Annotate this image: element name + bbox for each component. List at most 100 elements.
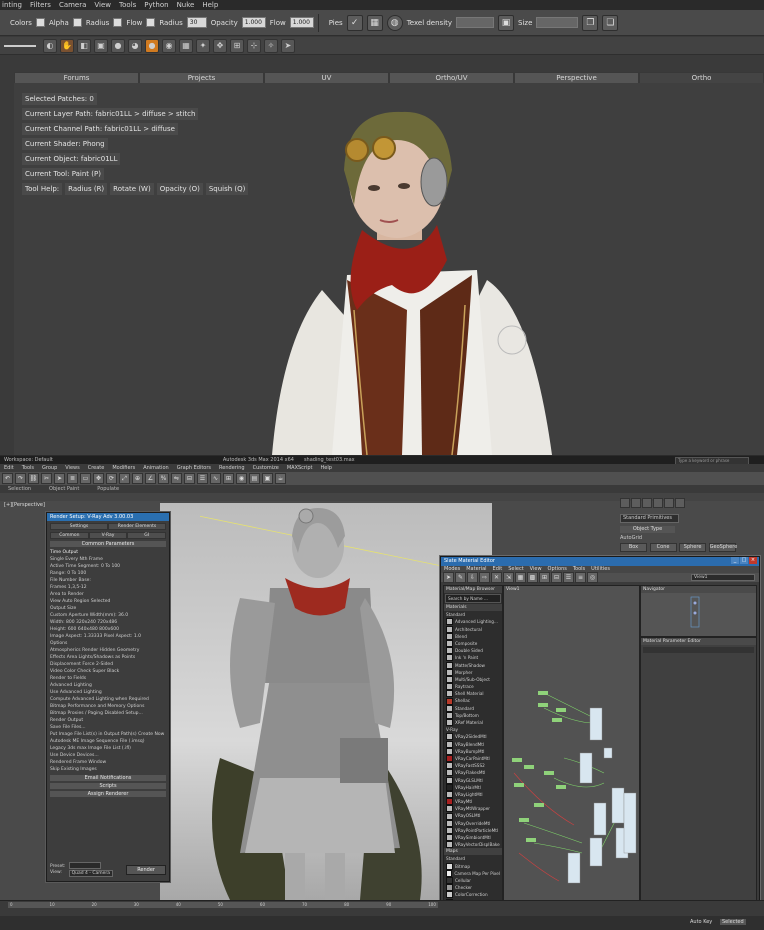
vray-material-item[interactable]: VRayBlendMtl xyxy=(444,740,502,748)
delete-icon[interactable]: ✕ xyxy=(491,572,502,583)
render-option-row[interactable]: Render to Fields xyxy=(47,675,169,682)
tab-vray[interactable]: V-Ray xyxy=(88,532,128,539)
scale-icon[interactable]: ⊹ xyxy=(247,38,261,53)
render-option-row[interactable]: Single Every Nth Frame xyxy=(47,556,169,563)
sphere-button[interactable]: Sphere xyxy=(679,543,707,552)
copy-icon[interactable]: ❐ xyxy=(582,14,599,31)
slate-select-icon[interactable]: ➤ xyxy=(443,572,454,583)
mirror-icon[interactable]: ⇋ xyxy=(171,473,182,484)
radius-field[interactable]: 30 xyxy=(186,17,207,28)
node-view[interactable]: View1 xyxy=(503,585,640,909)
max-menu-maxscript[interactable]: MAXScript xyxy=(287,465,313,471)
ribbon-populate[interactable]: Populate xyxy=(97,486,119,492)
assign-renderer-rollout[interactable]: Assign Renderer xyxy=(50,791,166,797)
max-menu-rendering[interactable]: Rendering xyxy=(219,465,245,471)
render-option-row[interactable]: Autodesk ME Image Sequence File (.imsq) xyxy=(47,738,169,745)
move-tool-icon[interactable]: ✥ xyxy=(93,473,104,484)
maximize-icon[interactable]: □ xyxy=(740,557,748,564)
render-option-row[interactable]: Bitmap Proxies / Paging Disabled Setup..… xyxy=(47,710,169,717)
show-map-icon[interactable]: ▦ xyxy=(515,572,526,583)
tab-render-elements[interactable]: Render Elements xyxy=(108,523,166,530)
sphere-lit-icon[interactable]: ◕ xyxy=(128,38,142,53)
vray-material-item[interactable]: VRay2SidedMtl xyxy=(444,733,502,741)
common-parameters-rollout[interactable]: Common Parameters xyxy=(50,541,166,547)
hierarchy-tab-icon[interactable] xyxy=(642,498,652,508)
render-setup-title[interactable]: Render Setup: V-Ray Adv 3.00.03 xyxy=(47,513,169,521)
texel-density-field[interactable] xyxy=(456,17,495,28)
pies-grid-icon[interactable]: ▦ xyxy=(366,14,383,31)
tab-common[interactable]: Common xyxy=(50,532,89,539)
flow-field[interactable]: 1.000 xyxy=(289,17,314,28)
sphere-orange-icon[interactable]: ● xyxy=(145,38,159,53)
alpha-checkbox[interactable] xyxy=(72,18,82,27)
tab-ortho-uv[interactable]: Ortho/UV xyxy=(389,72,514,83)
material-item[interactable]: Morpher xyxy=(444,668,502,676)
scale-tool-icon[interactable]: ⤢ xyxy=(119,473,130,484)
map-item[interactable]: ColorCorrection xyxy=(444,891,502,899)
select-icon[interactable]: ◐ xyxy=(43,38,57,53)
preset-dropdown[interactable] xyxy=(68,862,101,869)
max-menu-customize[interactable]: Customize xyxy=(253,465,279,471)
vray-material-item[interactable]: VRayOSLMtl xyxy=(444,812,502,820)
menu-painting[interactable]: inting xyxy=(2,1,22,9)
close-icon[interactable]: × xyxy=(749,557,757,564)
box-button[interactable]: Box xyxy=(620,543,647,552)
material-item[interactable]: Shell Material xyxy=(444,690,502,698)
paste-icon[interactable]: ❏ xyxy=(602,14,619,31)
paint-icon[interactable]: ✋ xyxy=(60,38,74,53)
material-item[interactable]: Multi/Sub-Object xyxy=(444,675,502,683)
modify-tab-icon[interactable] xyxy=(631,498,641,508)
navigator-preview[interactable] xyxy=(641,593,754,633)
tab-projects[interactable]: Projects xyxy=(139,72,264,83)
menu-nuke[interactable]: Nuke xyxy=(177,1,195,9)
render-option-row[interactable]: Advanced Lighting xyxy=(47,682,169,689)
size-field[interactable] xyxy=(536,17,579,28)
eraser-icon[interactable]: ◧ xyxy=(77,38,91,53)
render-setup-icon[interactable]: ▤ xyxy=(249,473,260,484)
sphere-icon[interactable]: ● xyxy=(111,38,125,53)
sphere-gray-icon[interactable]: ◉ xyxy=(162,38,176,53)
render-option-row[interactable]: View Auto Region Selected xyxy=(47,598,169,605)
radius-checkbox[interactable] xyxy=(113,18,123,27)
size-toggle-icon[interactable]: ▣ xyxy=(498,14,515,31)
email-notifications-rollout[interactable]: Email Notifications xyxy=(50,775,166,781)
snap-icon[interactable]: ⊕ xyxy=(132,473,143,484)
slate-material-editor[interactable]: Slate Material Editor _ □ × Modes Materi… xyxy=(440,556,760,914)
parameter-editor-icon[interactable]: ≡ xyxy=(575,572,586,583)
material-item[interactable]: Advanced Lighting... xyxy=(444,618,502,626)
vray-material-item[interactable]: VRayFlakesMtl xyxy=(444,769,502,777)
view-dropdown[interactable]: View1 xyxy=(691,574,755,581)
materials-group[interactable]: Materials xyxy=(444,604,502,612)
vray-material-item[interactable]: VRayMtl xyxy=(444,798,502,806)
scripts-rollout[interactable]: Scripts xyxy=(50,783,166,789)
render-option-row[interactable]: Rendered Frame Window xyxy=(47,759,169,766)
ribbon-selection[interactable]: Selection xyxy=(8,486,31,492)
material-item[interactable]: Composite xyxy=(444,640,502,648)
fill-icon[interactable]: ▣ xyxy=(94,38,108,53)
tab-forums[interactable]: Forums xyxy=(14,72,139,83)
render-option-row[interactable]: Use Advanced Lighting xyxy=(47,689,169,696)
select-by-material-icon[interactable]: ◎ xyxy=(587,572,598,583)
standard-group[interactable]: Standard xyxy=(444,611,502,618)
flow-checkbox[interactable] xyxy=(146,18,156,27)
undo-icon[interactable]: ↶ xyxy=(2,473,13,484)
map-item[interactable]: Cellular xyxy=(444,877,502,885)
menu-python[interactable]: Python xyxy=(144,1,168,9)
render-option-row[interactable]: Put Image File List(s) in Output Path(s)… xyxy=(47,731,169,738)
move-icon[interactable]: ✥ xyxy=(213,38,227,53)
vray-material-item[interactable]: VRayMtlWrapper xyxy=(444,805,502,813)
minimize-icon[interactable]: _ xyxy=(731,557,739,564)
lasso-icon[interactable]: ✧ xyxy=(264,38,278,53)
render-option-row[interactable]: Output Size xyxy=(47,605,169,612)
render-option-row[interactable]: Save File Files... xyxy=(47,724,169,731)
utilities-tab-icon[interactable] xyxy=(675,498,685,508)
material-item[interactable]: Raytrace xyxy=(444,683,502,691)
vray-material-item[interactable]: VRayVectorDisplBake xyxy=(444,841,502,849)
menu-help[interactable]: Help xyxy=(202,1,218,9)
max-menu-tools[interactable]: Tools xyxy=(22,465,34,471)
map-item[interactable]: Bitmap xyxy=(444,862,502,870)
max-menu-modifiers[interactable]: Modifiers xyxy=(112,465,135,471)
viewport-label[interactable]: [+][Perspective] xyxy=(4,502,45,508)
create-tab-icon[interactable] xyxy=(620,498,630,508)
slate-titlebar[interactable]: Slate Material Editor _ □ × xyxy=(441,557,759,566)
